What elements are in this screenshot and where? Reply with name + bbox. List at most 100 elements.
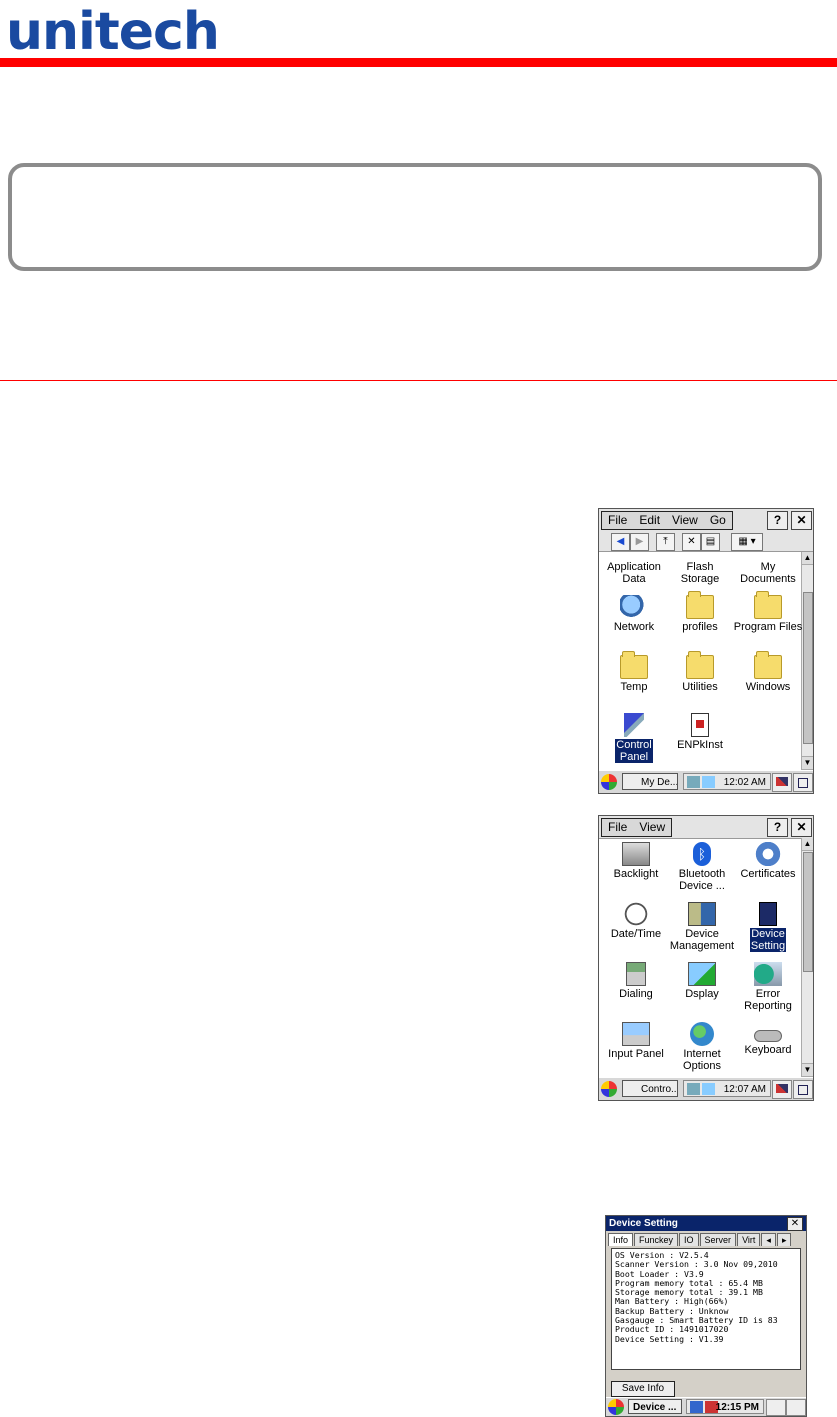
input-panel-icon[interactable]	[766, 1399, 786, 1416]
network-tray-icon	[687, 1083, 700, 1095]
window-title: Device Setting	[606, 1216, 806, 1231]
properties-icon[interactable]: ▤	[701, 533, 720, 551]
unitech-logo: unitech	[6, 2, 220, 62]
info-text-box: OS Version : V2.5.4 Scanner Version : 3.…	[611, 1248, 801, 1370]
bluetooth-item[interactable]: ᛒ Bluetooth Device ...	[667, 842, 737, 892]
close-button[interactable]: ✕	[791, 818, 812, 837]
tab-virt[interactable]: Virt	[737, 1233, 761, 1246]
start-icon[interactable]	[601, 774, 617, 790]
item-label: Dsplay	[685, 988, 719, 1000]
network-tray-icon	[687, 776, 700, 788]
folder-item[interactable]: Windows	[733, 651, 803, 693]
explorer-screen: File Edit View Go ? ✕ ◀ ▶ ⤒ ✕ ▤ ▦ ▾ ▲ ▼ …	[598, 508, 814, 794]
help-button[interactable]: ?	[767, 818, 788, 837]
close-button[interactable]: ✕	[787, 1217, 803, 1231]
device-management-item[interactable]: Device Management	[667, 902, 737, 952]
device-setting-item[interactable]: Device Setting	[733, 902, 803, 952]
file-item[interactable]: ENPkInst	[665, 713, 735, 751]
help-button[interactable]: ?	[767, 511, 788, 530]
folder-item[interactable]: profiles	[665, 591, 735, 633]
clock-time: 12:15 PM	[715, 1402, 759, 1413]
taskbar: Device ... 12:15 PM	[606, 1397, 806, 1416]
connection-icon	[702, 776, 715, 788]
section-divider	[0, 380, 837, 381]
control-panel-item[interactable]: Control Panel	[599, 713, 669, 763]
tab-scroll-right-icon[interactable]: ▸	[776, 1233, 792, 1246]
item-label: Certificates	[740, 868, 796, 880]
caps-indicator-icon	[690, 1401, 703, 1413]
menu-go[interactable]: Go	[704, 512, 732, 529]
start-icon[interactable]	[608, 1399, 624, 1415]
taskbar: My De... 12:02 AM	[599, 770, 813, 793]
keyboard-item[interactable]: Keyboard	[733, 1022, 803, 1056]
menu-file[interactable]: File	[602, 512, 633, 529]
item-label: Bluetooth Device ...	[678, 868, 726, 892]
input-panel-item[interactable]: Input Panel	[601, 1022, 671, 1060]
forward-icon[interactable]: ▶	[630, 533, 649, 551]
folder-item[interactable]: Utilities	[665, 651, 735, 693]
folder-item[interactable]: Application Data	[599, 561, 669, 585]
windows-switch-icon[interactable]	[793, 773, 813, 792]
input-panel-icon	[622, 1022, 650, 1046]
internet-options-item[interactable]: Internet Options	[667, 1022, 737, 1072]
folder-icon	[620, 651, 648, 679]
folder-item[interactable]: Flash Storage	[665, 561, 735, 585]
date-time-item[interactable]: Date/Time	[601, 902, 671, 940]
windows-switch-icon[interactable]	[793, 1080, 813, 1099]
folder-label: Application Data	[607, 561, 661, 585]
clock-icon	[622, 902, 650, 926]
system-tray: 12:15 PM	[686, 1399, 764, 1414]
input-panel-icon[interactable]	[772, 773, 792, 792]
connection-icon	[702, 1083, 715, 1095]
delete-icon[interactable]: ✕	[682, 533, 701, 551]
item-label: Device Setting	[749, 928, 787, 952]
tab-io[interactable]: IO	[679, 1233, 699, 1246]
dialing-item[interactable]: Dialing	[601, 962, 671, 1000]
item-label: Backlight	[613, 868, 659, 880]
globe-icon	[690, 1022, 714, 1046]
input-panel-icon[interactable]	[772, 1080, 792, 1099]
backlight-item[interactable]: Backlight	[601, 842, 671, 880]
toolbar: ◀ ▶ ⤒ ✕ ▤ ▦ ▾	[599, 531, 813, 552]
folder-label: My Documents	[740, 561, 796, 585]
start-icon[interactable]	[601, 1081, 617, 1097]
close-button[interactable]: ✕	[791, 511, 812, 530]
folder-icon	[686, 591, 714, 619]
menu-edit[interactable]: Edit	[633, 512, 666, 529]
windows-switch-icon[interactable]	[786, 1399, 806, 1416]
menu-view[interactable]: View	[666, 512, 704, 529]
folder-up-icon[interactable]: ⤒	[656, 533, 675, 551]
tab-server[interactable]: Server	[699, 1233, 737, 1246]
display-item[interactable]: Dsplay	[667, 962, 737, 1000]
folder-item[interactable]: Temp	[599, 651, 669, 693]
folder-icon	[754, 651, 782, 679]
task-button[interactable]: Contro...	[622, 1080, 678, 1097]
menu-file[interactable]: File	[602, 819, 633, 836]
device-management-icon	[688, 902, 716, 926]
back-icon[interactable]: ◀	[611, 533, 630, 551]
menu-group: File View	[601, 818, 673, 837]
item-label: Control Panel	[615, 739, 653, 763]
task-button[interactable]: My De...	[622, 773, 678, 790]
item-label: Error Reporting	[744, 988, 792, 1012]
view-menu-icon[interactable]: ▦ ▾	[731, 533, 763, 551]
display-icon	[688, 962, 716, 986]
item-label: Network	[613, 621, 655, 633]
folder-item[interactable]: Program Files	[733, 591, 803, 633]
item-label: Input Panel	[608, 1048, 664, 1060]
tab-funckey[interactable]: Funckey	[634, 1233, 679, 1246]
folder-label: Flash Storage	[680, 561, 720, 585]
error-reporting-item[interactable]: Error Reporting	[733, 962, 803, 1012]
item-label: ENPkInst	[677, 739, 723, 751]
save-info-button[interactable]: Save Info	[611, 1381, 675, 1397]
clock-time: 12:02 AM	[723, 777, 766, 788]
menu-view[interactable]: View	[633, 819, 671, 836]
control-panel-screen: File View ? ✕ ▲ ▼ Backlight ᛒ Bluetooth …	[598, 815, 814, 1101]
network-item[interactable]: Network	[599, 595, 669, 633]
certificates-item[interactable]: Certificates	[733, 842, 803, 880]
task-button[interactable]: Device ...	[628, 1399, 682, 1414]
tab-scroll-left-icon[interactable]: ◂	[761, 1233, 776, 1246]
tab-info[interactable]: Info	[608, 1233, 634, 1246]
item-label: Device Management	[669, 928, 735, 952]
folder-item[interactable]: My Documents	[733, 561, 803, 585]
